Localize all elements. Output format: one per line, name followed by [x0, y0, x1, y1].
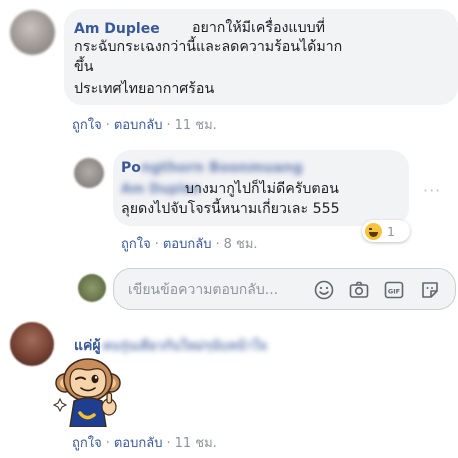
commenter-name[interactable]: Am Duplee: [74, 21, 160, 37]
more-options-icon[interactable]: ···: [423, 181, 441, 200]
reply-text-line: บางมากูไปก็ไม่ดีครับตอน: [185, 181, 339, 197]
sticker-icon[interactable]: [419, 279, 441, 301]
comment-text-line: อยากให้มีเครื่องแบบที่: [192, 20, 325, 36]
like-link[interactable]: ถูกใจ: [72, 436, 102, 451]
timestamp[interactable]: 11 ชม.: [175, 118, 217, 133]
comment-header: Am Duplee: [74, 18, 160, 37]
replier-name[interactable]: Po: [121, 160, 141, 176]
commenter-name[interactable]: แค่ผู้: [74, 338, 101, 354]
avatar[interactable]: [10, 10, 55, 55]
comment-text-line: ประเทศไทยอากาศร้อน: [74, 81, 215, 97]
comment-actions: ถูกใจ · ตอบกลับ · 11 ชม.: [72, 436, 217, 451]
current-user-avatar: [78, 274, 106, 302]
replier-name-blurred[interactable]: ngthorn Boonmuang: [141, 160, 303, 176]
commenter-name-blurred[interactable]: คนรุ่นเดียวกันใหม่ๆนับหน้าใจ: [103, 339, 267, 354]
timestamp[interactable]: 8 ชม.: [224, 237, 258, 252]
gif-icon[interactable]: GIF: [383, 279, 405, 301]
svg-text:GIF: GIF: [388, 288, 400, 296]
haha-reaction-icon: [365, 222, 382, 240]
comment-header: แค่ผู้ คนรุ่นเดียวกันใหม่ๆนับหน้าใจ: [74, 335, 267, 357]
avatar[interactable]: [10, 322, 54, 366]
comment-actions: ถูกใจ · ตอบกลับ · 11 ชม.: [72, 118, 217, 133]
reply-actions: ถูกใจ · ตอบกลับ · 8 ชม.: [121, 237, 258, 252]
reaction-count: 1: [387, 223, 395, 239]
reply-link[interactable]: ตอบกลับ: [163, 237, 212, 252]
reply-text-line: ลุยดงไปจับโจรนี้หนามเกี่ยวเละ 555: [121, 201, 340, 217]
like-link[interactable]: ถูกใจ: [72, 118, 102, 133]
avatar[interactable]: [74, 158, 104, 188]
reply-input[interactable]: เขียนข้อความตอบกลับ... GIF: [113, 268, 456, 310]
reply-link[interactable]: ตอบกลับ: [114, 436, 163, 451]
comment-text-line: กระฉับกระเฉงกว่านี้และลดความร้อนได้มาก: [74, 39, 343, 55]
like-link[interactable]: ถูกใจ: [121, 237, 151, 252]
comment-text-line: ขึ้น: [74, 59, 94, 75]
monkey-sticker[interactable]: [52, 355, 132, 427]
reaction-summary[interactable]: 1: [362, 220, 410, 242]
emoji-icon[interactable]: [313, 279, 335, 301]
reply-header: Pongthorn Boonmuang: [121, 157, 303, 176]
camera-icon[interactable]: [348, 279, 370, 301]
reply-input-placeholder[interactable]: เขียนข้อความตอบกลับ...: [128, 280, 298, 310]
timestamp[interactable]: 11 ชม.: [175, 436, 217, 451]
reply-link[interactable]: ตอบกลับ: [114, 118, 163, 133]
